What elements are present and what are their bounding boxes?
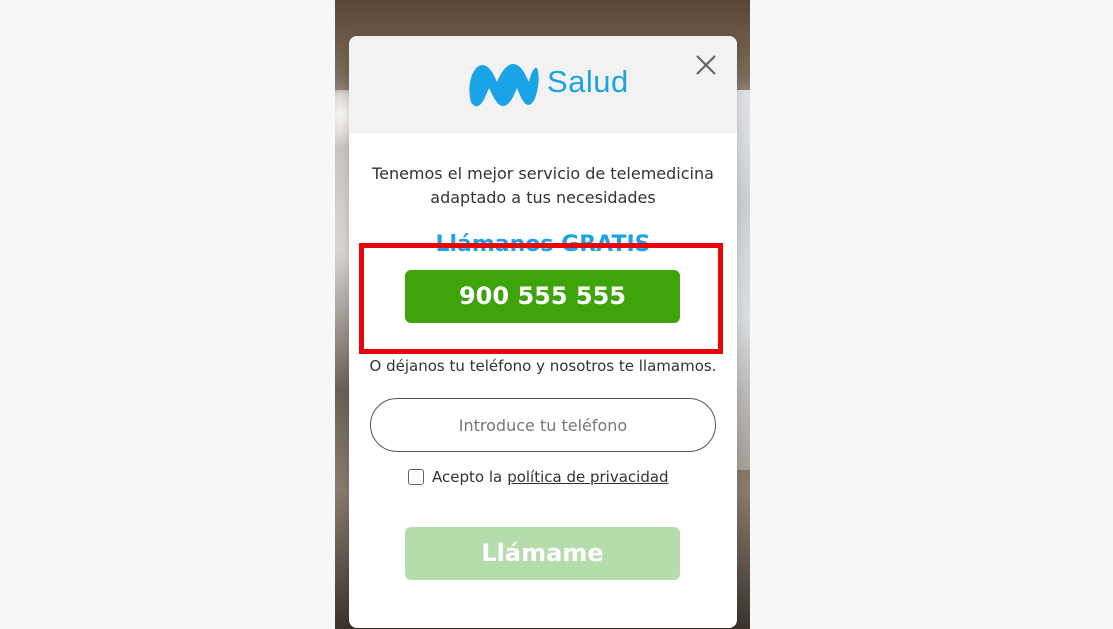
- privacy-consent: Acepto la política de privacidad: [408, 468, 669, 486]
- phone-input[interactable]: [370, 398, 716, 452]
- callback-instructions: O déjanos tu teléfono y nosotros te llam…: [369, 357, 717, 375]
- privacy-checkbox[interactable]: [408, 469, 424, 485]
- call-free-title: Llámanos GRATIS: [435, 232, 651, 257]
- movistar-m-logo-icon: [469, 64, 539, 107]
- callback-modal: Salud Tenemos el mejor servicio de telem…: [349, 36, 737, 628]
- intro-line-2: adaptado a tus necesidades: [430, 188, 656, 207]
- brand-logo: Salud: [465, 58, 629, 110]
- privacy-prefix: Acepto la: [432, 468, 503, 486]
- call-me-button[interactable]: Llámame: [405, 527, 680, 580]
- modal-header: Salud: [349, 36, 737, 133]
- privacy-policy-link[interactable]: política de privacidad: [507, 468, 668, 486]
- intro-line-1: Tenemos el mejor servicio de telemedicin…: [372, 164, 714, 183]
- phone-number-button[interactable]: 900 555 555: [405, 270, 680, 323]
- brand-name: Salud: [547, 64, 629, 99]
- close-icon[interactable]: [693, 52, 719, 78]
- intro-text: Tenemos el mejor servicio de telemedicin…: [349, 162, 737, 210]
